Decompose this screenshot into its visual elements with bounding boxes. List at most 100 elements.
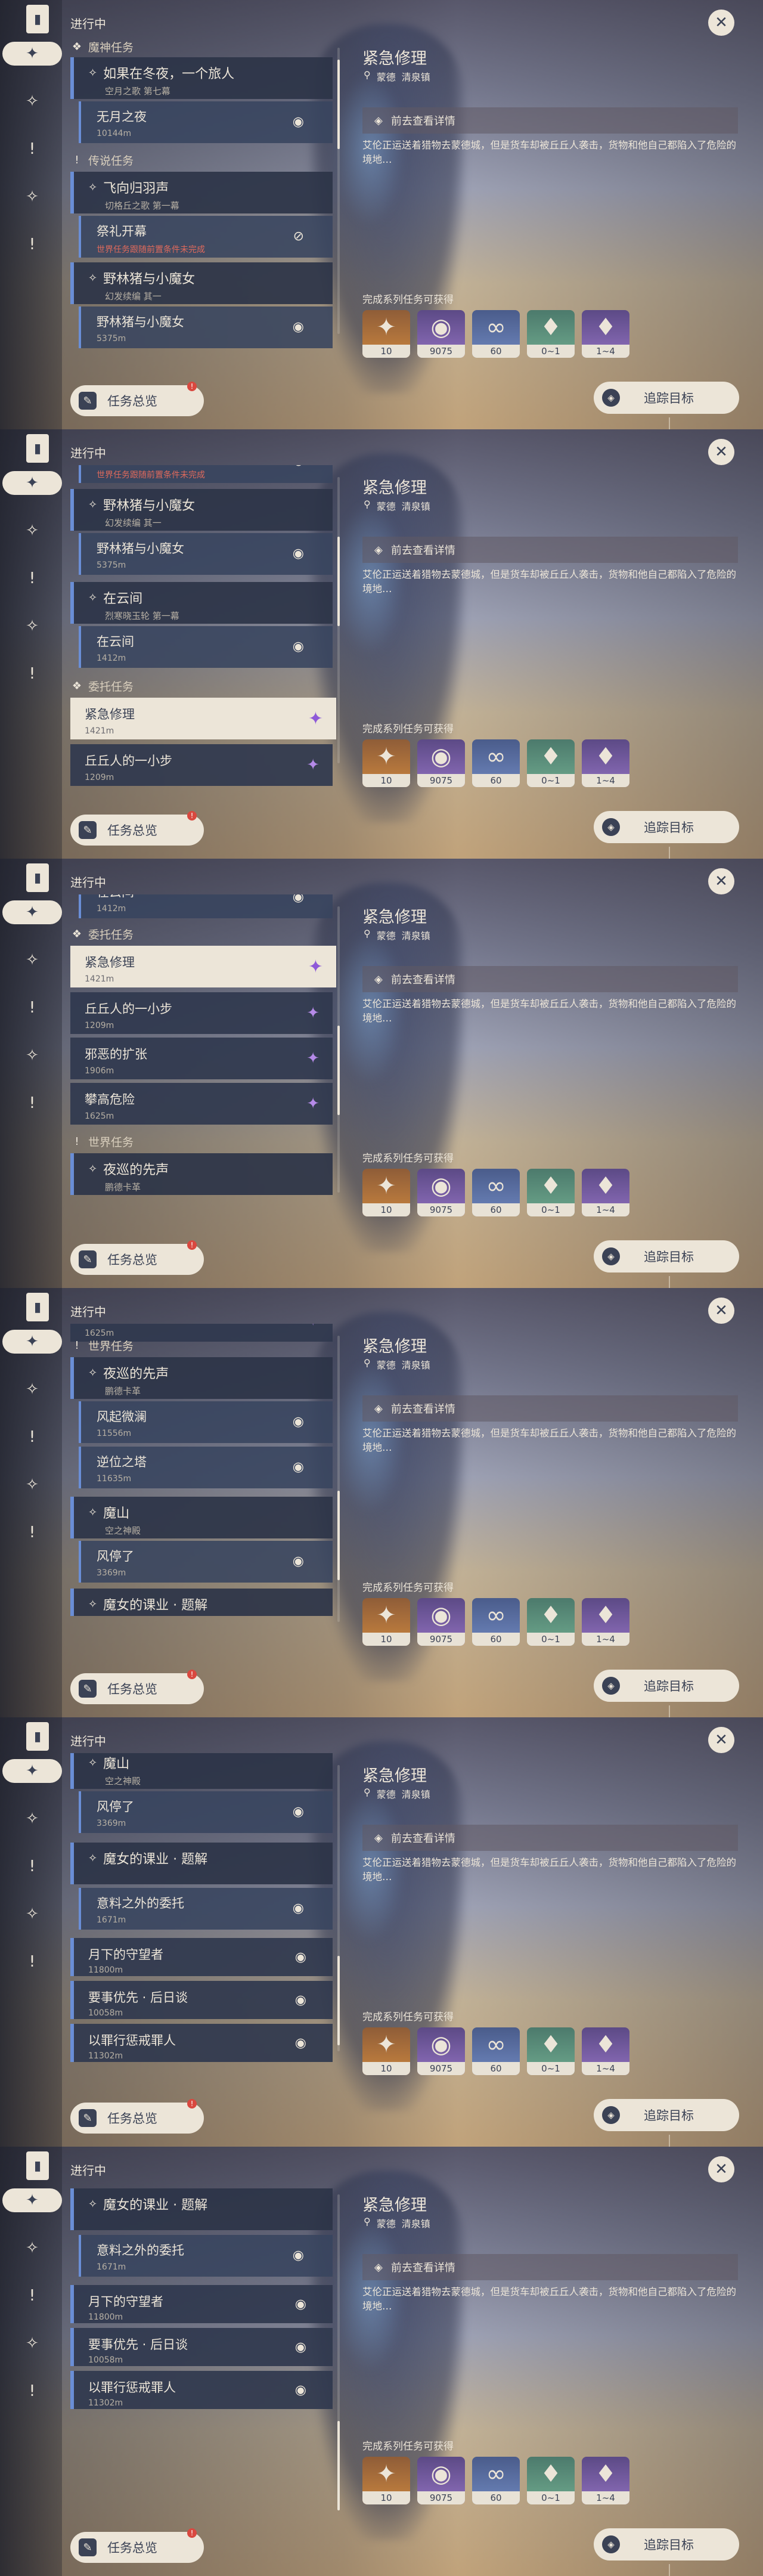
world-quest-icon[interactable]: ✧ [20, 614, 44, 638]
quest-step[interactable]: 风停了 3369m ◉ [79, 1791, 333, 1833]
reward-exp-item[interactable]: ✦ 10 [362, 2457, 410, 2504]
quest-step[interactable]: 祭礼开幕世界任务跟随前置条件未完成⊘ [79, 216, 333, 258]
quest-list-scrollbar[interactable] [337, 906, 340, 1193]
reward-crystal-large[interactable]: ♦ 1~4 [582, 1169, 629, 1216]
scroll-thumb[interactable] [337, 60, 340, 149]
reward-friendship-item[interactable]: ∞ 60 [472, 310, 520, 358]
reward-crystal-small[interactable]: ♦ 0~1 [527, 1598, 575, 1646]
quest-step[interactable]: 野林猪与小魔女 5375m ◉ [79, 306, 333, 348]
quest-list[interactable]: ✧ 魔山 空之神殿 风停了 3369m ◉ ✧ 魔女的课业 · 题解 意料之外的委托 1671m ◉… [70, 1753, 339, 2087]
close-button[interactable]: ✕ [708, 10, 734, 36]
track-objective-button[interactable]: ◈ 追踪目标 [594, 2528, 739, 2560]
exclamation-icon[interactable]: ! [20, 233, 44, 256]
reward-crystal-large[interactable]: ♦ 1~4 [582, 310, 629, 358]
quest-list[interactable]: 在云间1412m◉❖委托任务紧急修理1421m✦丘丘人的一小步1209m✦邪恶的… [70, 894, 339, 1228]
archon-quest-icon[interactable]: ✧ [20, 1807, 44, 1831]
bookmark-icon[interactable]: ▮ [26, 434, 49, 463]
close-button[interactable]: ✕ [708, 2156, 734, 2182]
track-objective-button[interactable]: ◈ 追踪目标 [594, 1670, 739, 1702]
quest-item[interactable]: 以罪行惩戒罪人 11302m ◉ [70, 2024, 333, 2062]
reward-mora-coin[interactable]: ◉ 9075 [417, 2027, 465, 2075]
quest-overview-button[interactable]: ✎ 任务总览! [70, 1240, 204, 1275]
quest-list[interactable]: 祭礼开幕世界任务跟随前置条件未完成⊘ ✧野林猪与小魔女幻发续编 其一野林猪与小魔女… [70, 465, 339, 799]
scroll-thumb[interactable] [337, 1956, 340, 2045]
track-objective-button[interactable]: ◈ 追踪目标 [594, 811, 739, 843]
quest-list-scrollbar[interactable] [337, 1765, 340, 2051]
close-button[interactable]: ✕ [708, 439, 734, 465]
quest-step[interactable]: 在云间 1412m ◉ [79, 626, 333, 668]
quest-item[interactable]: 攀高危险 1625m ✦ [70, 1083, 333, 1125]
quest-item-selected[interactable]: 紧急修理 1421m ✦ [70, 946, 336, 987]
go-to-details-button[interactable]: ◈ 前去查看详情 [362, 966, 738, 992]
exclamation-icon[interactable]: ! [20, 1091, 44, 1115]
reward-mora-coin[interactable]: ◉ 9075 [417, 1598, 465, 1646]
track-objective-button[interactable]: ◈ 追踪目标 [594, 1240, 739, 1272]
reward-crystal-large[interactable]: ♦ 1~4 [582, 739, 629, 787]
quest-step[interactable]: 无月之夜 10144m ◉ [79, 101, 333, 143]
quest-overview-button[interactable]: ✎ 任务总览! [70, 2099, 204, 2134]
track-objective-button[interactable]: ◈ 追踪目标 [594, 382, 739, 414]
quest-header[interactable]: ✧ 魔女的课业 · 题解 [70, 1843, 333, 1884]
quest-step[interactable]: 逆位之塔 11635m ◉ [79, 1447, 333, 1488]
quest-header[interactable]: ✧ 魔女的课业 · 题解 [70, 2188, 333, 2230]
archon-quest-icon[interactable]: ✧ [20, 948, 44, 972]
quest-overview-button[interactable]: ✎ 任务总览! [70, 1670, 204, 1704]
world-quest-icon[interactable]: ✧ [20, 2332, 44, 2355]
reward-crystal-large[interactable]: ♦ 1~4 [582, 2457, 629, 2504]
diamond-cluster-icon[interactable]: ✦ [2, 1759, 62, 1783]
quest-item[interactable]: 以罪行惩戒罪人 11302m ◉ [70, 2371, 333, 2409]
reward-crystal-small[interactable]: ♦ 0~1 [527, 739, 575, 787]
exclamation-icon[interactable]: ! [20, 996, 44, 1020]
quest-list-scrollbar[interactable] [337, 477, 340, 763]
world-quest-icon[interactable]: ✧ [20, 1902, 44, 1926]
exclamation-icon[interactable]: ! [20, 662, 44, 686]
archon-quest-icon[interactable]: ✧ [20, 1377, 44, 1401]
reward-exp-item[interactable]: ✦ 10 [362, 1169, 410, 1216]
scroll-thumb[interactable] [337, 1026, 340, 1115]
quest-header[interactable]: ✧ 魔山 空之神殿 [70, 1753, 333, 1789]
world-quest-icon[interactable]: ✧ [20, 185, 44, 209]
quest-item[interactable]: 丘丘人的一小步 1209m ✦ [70, 744, 333, 786]
go-to-details-button[interactable]: ◈ 前去查看详情 [362, 537, 738, 563]
scroll-thumb[interactable] [337, 537, 340, 626]
reward-mora-coin[interactable]: ◉ 9075 [417, 2457, 465, 2504]
archon-quest-icon[interactable]: ✧ [20, 89, 44, 113]
quest-header[interactable]: ✧ 野林猪与小魔女 幻发续编 其一 [70, 489, 333, 531]
reward-exp-item[interactable]: ✦ 10 [362, 2027, 410, 2075]
quest-header[interactable]: ✧ 在云间 烈寒晓玉轮 第一幕 [70, 582, 333, 624]
reward-friendship-item[interactable]: ∞ 60 [472, 1169, 520, 1216]
reward-friendship-item[interactable]: ∞ 60 [472, 739, 520, 787]
quest-item[interactable]: 要事优先 · 后日谈 10058m ◉ [70, 2328, 333, 2366]
world-quest-icon[interactable]: ✧ [20, 1473, 44, 1497]
diamond-cluster-icon[interactable]: ✦ [2, 1330, 62, 1354]
reward-crystal-small[interactable]: ♦ 0~1 [527, 1169, 575, 1216]
quest-item-selected[interactable]: 紧急修理 1421m ✦ [70, 698, 336, 739]
quest-header[interactable]: ✧ 夜巡的先声 鹏德卡革 [70, 1153, 333, 1195]
quest-item[interactable]: 月下的守望者 11800m ◉ [70, 1938, 333, 1976]
reward-friendship-item[interactable]: ∞ 60 [472, 1598, 520, 1646]
exclamation-icon[interactable]: ! [20, 137, 44, 161]
quest-step[interactable]: 野林猪与小魔女 5375m ◉ [79, 533, 333, 575]
quest-list[interactable]: 攀高危险1625m✦!世界任务✧夜巡的先声鹏德卡革风起微澜11556m◉逆位之塔… [70, 1324, 339, 1658]
quest-list-scrollbar[interactable] [337, 1336, 340, 1622]
exclamation-icon[interactable]: ! [20, 1950, 44, 1974]
reward-crystal-large[interactable]: ♦ 1~4 [582, 2027, 629, 2075]
quest-list-scrollbar[interactable] [337, 2194, 340, 2510]
bookmark-icon[interactable]: ▮ [26, 1293, 49, 1321]
diamond-cluster-icon[interactable]: ✦ [2, 2188, 62, 2212]
reward-exp-item[interactable]: ✦ 10 [362, 739, 410, 787]
go-to-details-button[interactable]: ◈ 前去查看详情 [362, 2254, 738, 2280]
quest-header[interactable]: ✧ 如果在冬夜，一个旅人 空月之歌 第七幕 [70, 57, 333, 99]
quest-step[interactable]: 意料之外的委托 1671m ◉ [79, 2235, 333, 2277]
quest-step[interactable]: 意料之外的委托 1671m ◉ [79, 1888, 333, 1930]
go-to-details-button[interactable]: ◈ 前去查看详情 [362, 1825, 738, 1851]
quest-header[interactable]: ✧ 魔山 空之神殿 [70, 1497, 333, 1538]
exclamation-icon[interactable]: ! [20, 2284, 44, 2308]
quest-list-scrollbar[interactable] [337, 48, 340, 334]
diamond-cluster-icon[interactable]: ✦ [2, 471, 62, 495]
quest-step[interactable]: 祭礼开幕世界任务跟随前置条件未完成⊘ [79, 465, 333, 483]
bookmark-icon[interactable]: ▮ [26, 5, 49, 33]
bookmark-icon[interactable]: ▮ [26, 2151, 49, 2180]
reward-friendship-item[interactable]: ∞ 60 [472, 2027, 520, 2075]
quest-item[interactable]: 丘丘人的一小步 1209m ✦ [70, 992, 333, 1034]
